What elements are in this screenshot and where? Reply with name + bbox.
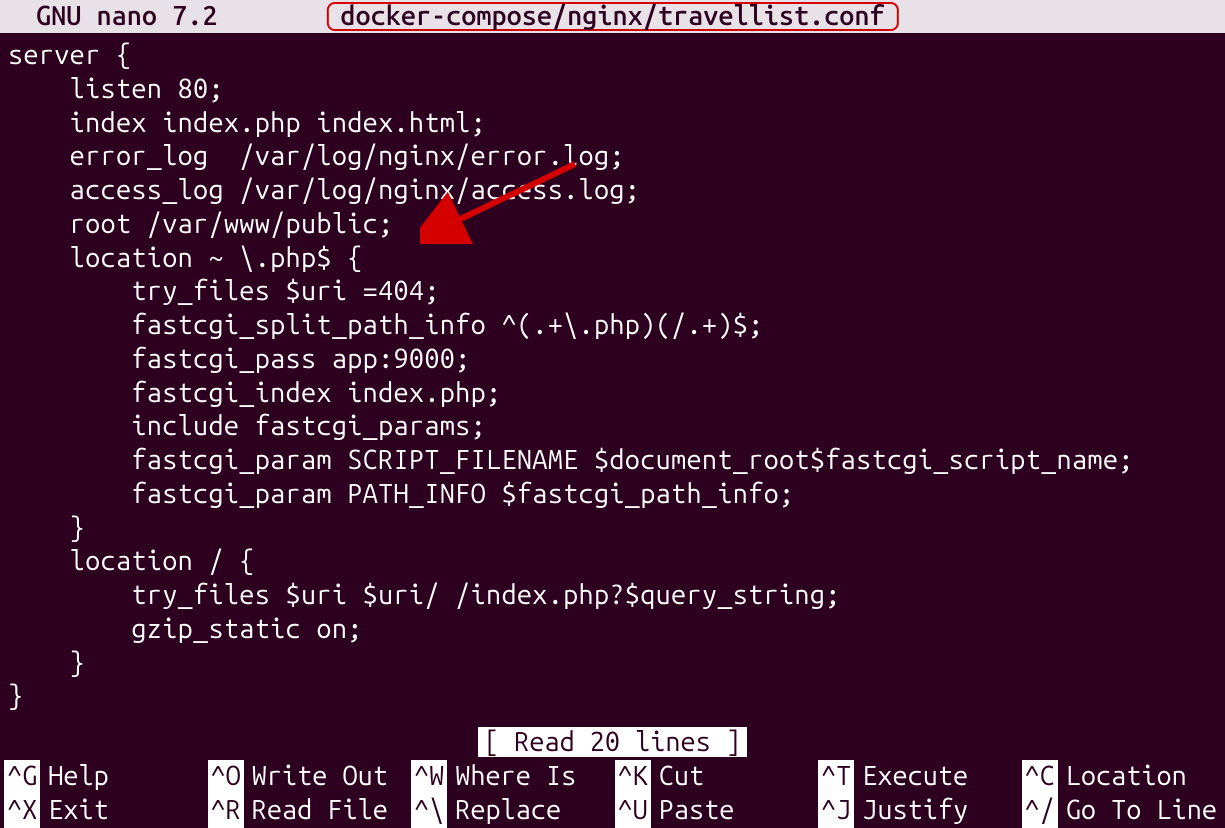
shortcut-help-bar: ^GHelp^OWrite Out^WWhere Is^KCut^TExecut… — [0, 760, 1225, 828]
editor-area[interactable]: server { listen 80; index index.php inde… — [0, 33, 1225, 714]
shortcut-item: ^XExit — [4, 794, 208, 828]
shortcut-label: Location — [1066, 760, 1187, 794]
shortcut-key: ^\ — [411, 794, 447, 828]
app-name: GNU nano 7.2 — [36, 0, 217, 33]
shortcut-label: Write Out — [252, 760, 388, 794]
shortcut-key: ^O — [208, 760, 244, 794]
shortcut-label: Read File — [252, 794, 388, 828]
editor-line[interactable]: index index.php index.html; — [8, 107, 1225, 141]
editor-line[interactable]: try_files $uri $uri/ /index.php?$query_s… — [8, 579, 1225, 613]
editor-line[interactable]: } — [8, 512, 1225, 546]
shortcut-label: Where Is — [455, 760, 576, 794]
editor-line[interactable]: include fastcgi_params; — [8, 410, 1225, 444]
shortcut-key: ^G — [4, 760, 40, 794]
editor-line[interactable]: server { — [8, 39, 1225, 73]
shortcut-label: Help — [48, 760, 108, 794]
shortcut-item: ^UPaste — [615, 794, 819, 828]
shortcut-key: ^U — [615, 794, 651, 828]
shortcut-item: ^OWrite Out — [208, 760, 412, 794]
editor-line[interactable]: listen 80; — [8, 73, 1225, 107]
shortcut-item: ^\Replace — [411, 794, 615, 828]
shortcut-label: Replace — [455, 794, 561, 828]
editor-line[interactable]: fastcgi_pass app:9000; — [8, 343, 1225, 377]
shortcut-label: Justify — [862, 794, 968, 828]
shortcut-label: Cut — [659, 760, 704, 794]
status-text: [ Read 20 lines ] — [478, 727, 747, 757]
shortcut-item: ^JJustify — [818, 794, 1022, 828]
shortcut-key: ^C — [1022, 760, 1058, 794]
shortcut-item: ^GHelp — [4, 760, 208, 794]
shortcut-item: ^/Go To Line — [1022, 794, 1225, 828]
shortcut-item: ^CLocation — [1022, 760, 1225, 794]
editor-line[interactable]: fastcgi_param SCRIPT_FILENAME $document_… — [8, 444, 1225, 478]
editor-line[interactable]: } — [8, 680, 1225, 714]
shortcut-key: ^K — [615, 760, 651, 794]
shortcut-item: ^TExecute — [818, 760, 1022, 794]
shortcut-label: Exit — [48, 794, 108, 828]
editor-line[interactable]: root /var/www/public; — [8, 208, 1225, 242]
shortcut-key: ^W — [411, 760, 447, 794]
shortcut-key: ^X — [4, 794, 40, 828]
editor-line[interactable]: fastcgi_index index.php; — [8, 377, 1225, 411]
titlebar: GNU nano 7.2 docker-compose/nginx/travel… — [0, 0, 1225, 33]
shortcut-label: Execute — [862, 760, 968, 794]
editor-line[interactable]: } — [8, 647, 1225, 681]
editor-line[interactable]: fastcgi_param PATH_INFO $fastcgi_path_in… — [8, 478, 1225, 512]
status-line: [ Read 20 lines ] — [0, 726, 1225, 760]
file-path-highlighted: docker-compose/nginx/travellist.conf — [326, 2, 898, 31]
shortcut-item: ^RRead File — [208, 794, 412, 828]
editor-line[interactable]: error_log /var/log/nginx/error.log; — [8, 140, 1225, 174]
shortcut-item: ^KCut — [615, 760, 819, 794]
editor-line[interactable]: location ~ \.php$ { — [8, 242, 1225, 276]
shortcut-key: ^T — [818, 760, 854, 794]
file-path: docker-compose/nginx/travellist.conf — [340, 0, 884, 33]
shortcut-key: ^/ — [1022, 794, 1058, 828]
editor-line[interactable]: gzip_static on; — [8, 613, 1225, 647]
editor-line[interactable]: location / { — [8, 545, 1225, 579]
editor-line[interactable]: access_log /var/log/nginx/access.log; — [8, 174, 1225, 208]
shortcut-key: ^R — [208, 794, 244, 828]
editor-line[interactable]: try_files $uri =404; — [8, 275, 1225, 309]
shortcut-label: Paste — [659, 794, 735, 828]
editor-line[interactable]: fastcgi_split_path_info ^(.+\.php)(/.+)$… — [8, 309, 1225, 343]
shortcut-item: ^WWhere Is — [411, 760, 615, 794]
shortcut-label: Go To Line — [1066, 794, 1217, 828]
shortcut-key: ^J — [818, 794, 854, 828]
